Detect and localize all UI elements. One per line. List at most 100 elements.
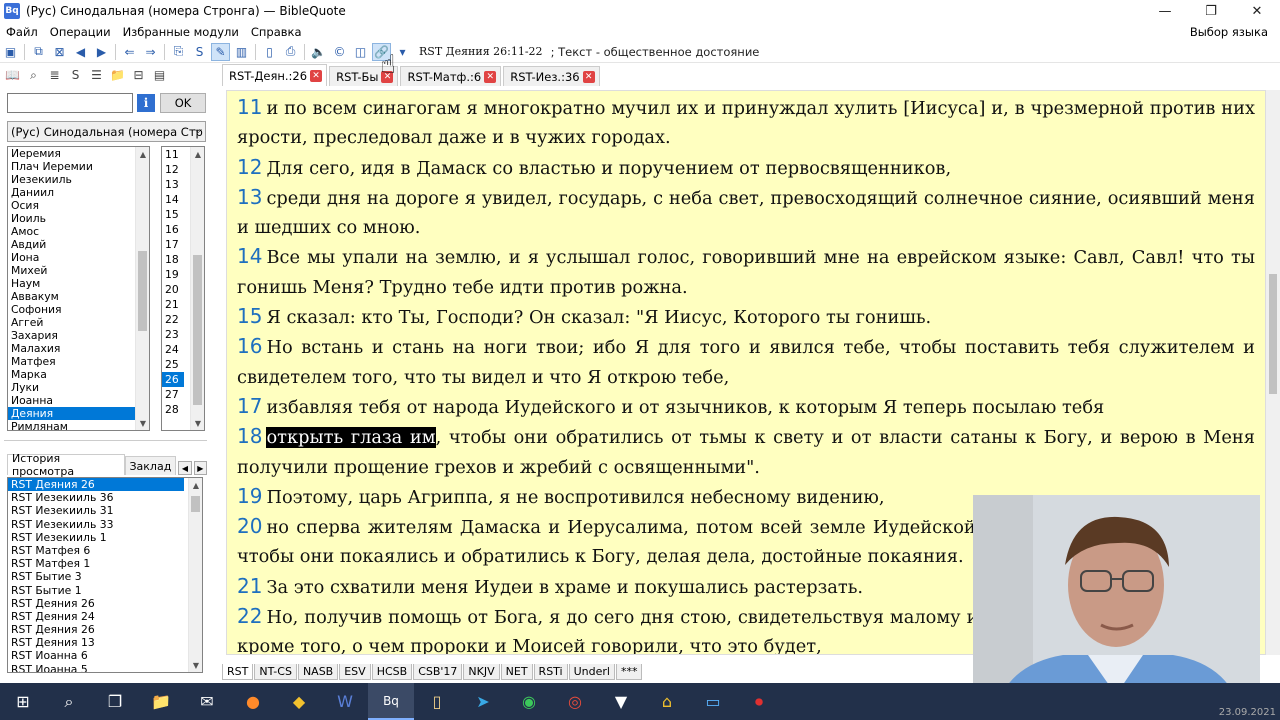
verse-number[interactable]: 17 xyxy=(237,394,262,418)
scroll-up-icon[interactable]: ▲ xyxy=(191,147,204,161)
verse[interactable]: 11 и по всем синагогам я многократно мучи… xyxy=(237,93,1255,153)
close-tab-icon[interactable]: ✕ xyxy=(582,70,595,83)
info-icon[interactable]: i xyxy=(137,94,155,112)
history-list-item[interactable]: RST Деяния 26 xyxy=(8,597,202,610)
file-explorer-icon[interactable]: 📁 xyxy=(138,683,184,720)
close-tab-icon[interactable]: ✕ xyxy=(484,70,497,83)
module-tab[interactable]: *** xyxy=(615,664,643,680)
screen-icon[interactable]: ▭ xyxy=(690,683,736,720)
scroll-thumb[interactable] xyxy=(191,496,200,512)
history-list-item[interactable]: RST Деяния 13 xyxy=(8,636,202,649)
module-tab[interactable]: RST xyxy=(222,664,254,680)
search-input[interactable] xyxy=(7,93,133,113)
book-list-item[interactable]: Деяния xyxy=(8,407,149,420)
module-tab[interactable]: Underl xyxy=(568,664,615,680)
language-select[interactable]: Выбор языка xyxy=(1184,25,1274,39)
module-tab[interactable]: HCSB xyxy=(371,664,413,680)
book-list-item[interactable]: Даниил xyxy=(8,186,149,199)
firefox-icon[interactable]: ● xyxy=(230,683,276,720)
history-list-item[interactable]: RST Иоанна 5 xyxy=(8,663,202,672)
verse[interactable]: 12 Для сего, идя в Дамаск со властью и по… xyxy=(237,153,1255,183)
new-tab-icon[interactable]: ⧉ xyxy=(29,43,48,61)
maps-icon[interactable]: ◆ xyxy=(276,683,322,720)
scroll-thumb[interactable] xyxy=(193,255,202,405)
edit-note-icon[interactable]: ✎ xyxy=(211,42,230,61)
book-list-item[interactable]: Аггей xyxy=(8,316,149,329)
verse[interactable]: 16 Но встань и стань на ноги твои; ибо Я … xyxy=(237,332,1255,392)
menu-operations[interactable]: Операции xyxy=(44,25,117,39)
scroll-down-icon[interactable]: ▼ xyxy=(136,416,149,430)
verse-number[interactable]: 18 xyxy=(237,424,262,448)
history-list-item[interactable]: RST Деяния 24 xyxy=(8,610,202,623)
record-icon[interactable]: ⏺ xyxy=(736,683,782,720)
search-icon[interactable]: ⌕ xyxy=(46,683,92,720)
chapter-list-scrollbar[interactable]: ▲ ▼ xyxy=(190,147,204,430)
chapter-list-item[interactable]: 26 xyxy=(162,372,184,387)
scroll-thumb[interactable] xyxy=(138,251,147,331)
chapter-list[interactable]: 11 12 13 14 15 16 17 18 19 20 21 22 23 24 25 26 27 28 ▲ ▼ xyxy=(161,146,205,431)
maximize-button[interactable]: ❐ xyxy=(1188,0,1234,22)
ok-button[interactable]: OK xyxy=(160,93,206,113)
verse-number[interactable]: 15 xyxy=(237,304,262,328)
book-list-item[interactable]: Михей xyxy=(8,264,149,277)
dictionary-icon[interactable]: ≣ xyxy=(45,66,64,84)
telegram-icon[interactable]: ➤ xyxy=(460,683,506,720)
book-list-item[interactable]: Римлянам xyxy=(8,420,149,430)
book-icon[interactable]: ◫ xyxy=(351,43,370,61)
search-tool-icon[interactable]: ⌕ xyxy=(24,66,43,84)
menu-help[interactable]: Справка xyxy=(245,25,308,39)
close-tab-icon[interactable]: ✕ xyxy=(310,69,323,82)
task-view-icon[interactable]: ❐ xyxy=(92,683,138,720)
books-icon[interactable]: 📖 xyxy=(3,66,22,84)
book-list-item[interactable]: Авдий xyxy=(8,238,149,251)
module-tab[interactable]: ESV xyxy=(339,664,371,680)
scroll-down-icon[interactable]: ▼ xyxy=(189,658,202,672)
doc-tab[interactable]: RST-Иез.:36 ✕ xyxy=(503,66,600,86)
module-tab[interactable]: RSTi xyxy=(533,664,568,680)
book-list-item[interactable]: Марка xyxy=(8,368,149,381)
history-scrollbar[interactable]: ▲ ▼ xyxy=(188,478,202,672)
history-list-item[interactable]: RST Бытие 1 xyxy=(8,584,202,597)
tab-history[interactable]: История просмотра xyxy=(7,452,125,478)
comments-icon[interactable]: ☰ xyxy=(87,66,106,84)
book-list-item[interactable]: Иоиль xyxy=(8,212,149,225)
scroll-thumb[interactable] xyxy=(1269,274,1277,394)
memo-icon[interactable]: ▤ xyxy=(150,66,169,84)
sound-icon[interactable]: 🔈 xyxy=(309,43,328,61)
book-list-item[interactable]: Малахия xyxy=(8,342,149,355)
history-list-item[interactable]: RST Иоанна 6 xyxy=(8,649,202,662)
home-icon[interactable]: ⌂ xyxy=(644,683,690,720)
book-list-item[interactable]: Аввакум xyxy=(8,290,149,303)
history-list[interactable]: RST Деяния 26 RST Иезекииль 36 RST Иезекии… xyxy=(7,477,203,673)
doc-tab[interactable]: RST-Деян.:26 ✕ xyxy=(222,64,328,86)
highlighted-text[interactable]: открыть глаза им xyxy=(266,427,436,449)
tags-icon[interactable]: ⊟ xyxy=(129,66,148,84)
scroll-down-icon[interactable]: ▼ xyxy=(191,416,204,430)
book-list-item[interactable]: Луки xyxy=(8,381,149,394)
verse[interactable]: 17 избавляя тебя от народа Иудейского и о… xyxy=(237,392,1255,422)
toggle-panel-icon[interactable]: ▣ xyxy=(1,43,20,61)
close-button[interactable]: ✕ xyxy=(1234,0,1280,22)
verse-number[interactable]: 14 xyxy=(237,244,262,268)
module-select[interactable]: (Рус) Синодальная (номера Стр ⌵ xyxy=(7,121,206,142)
writer-icon[interactable]: W xyxy=(322,683,368,720)
book-list-item[interactable]: Плач Иеремии xyxy=(8,160,149,173)
windows-icon[interactable]: ⊞ xyxy=(0,683,46,720)
verse-number[interactable]: 12 xyxy=(237,155,262,179)
next-chapter-icon[interactable]: ⇒ xyxy=(141,43,160,61)
book-list[interactable]: Иеремия Плач Иеремии Иезекииль Даниил Осия Ио… xyxy=(7,146,150,431)
scroll-icon[interactable]: ▯ xyxy=(414,683,460,720)
tab-bookmarks[interactable]: Заклад xyxy=(124,456,177,475)
verse-number[interactable]: 11 xyxy=(237,95,262,119)
panel-splitter[interactable] xyxy=(4,440,207,444)
fox-icon[interactable]: ▼ xyxy=(598,683,644,720)
history-list-item[interactable]: RST Иезекииль 1 xyxy=(8,531,202,544)
prev-chapter-icon[interactable]: ⇐ xyxy=(120,43,139,61)
verse-number[interactable]: 22 xyxy=(237,604,262,628)
strong-numbers-icon[interactable]: S xyxy=(190,43,209,61)
book-list-item[interactable]: Иезекииль xyxy=(8,173,149,186)
history-list-item[interactable]: RST Бытие 3 xyxy=(8,570,202,583)
history-list-item[interactable]: RST Иезекииль 31 xyxy=(8,504,202,517)
tab-scroll-left-icon[interactable]: ◀ xyxy=(178,461,192,475)
tab-scroll-right-icon[interactable]: ▶ xyxy=(193,461,208,475)
